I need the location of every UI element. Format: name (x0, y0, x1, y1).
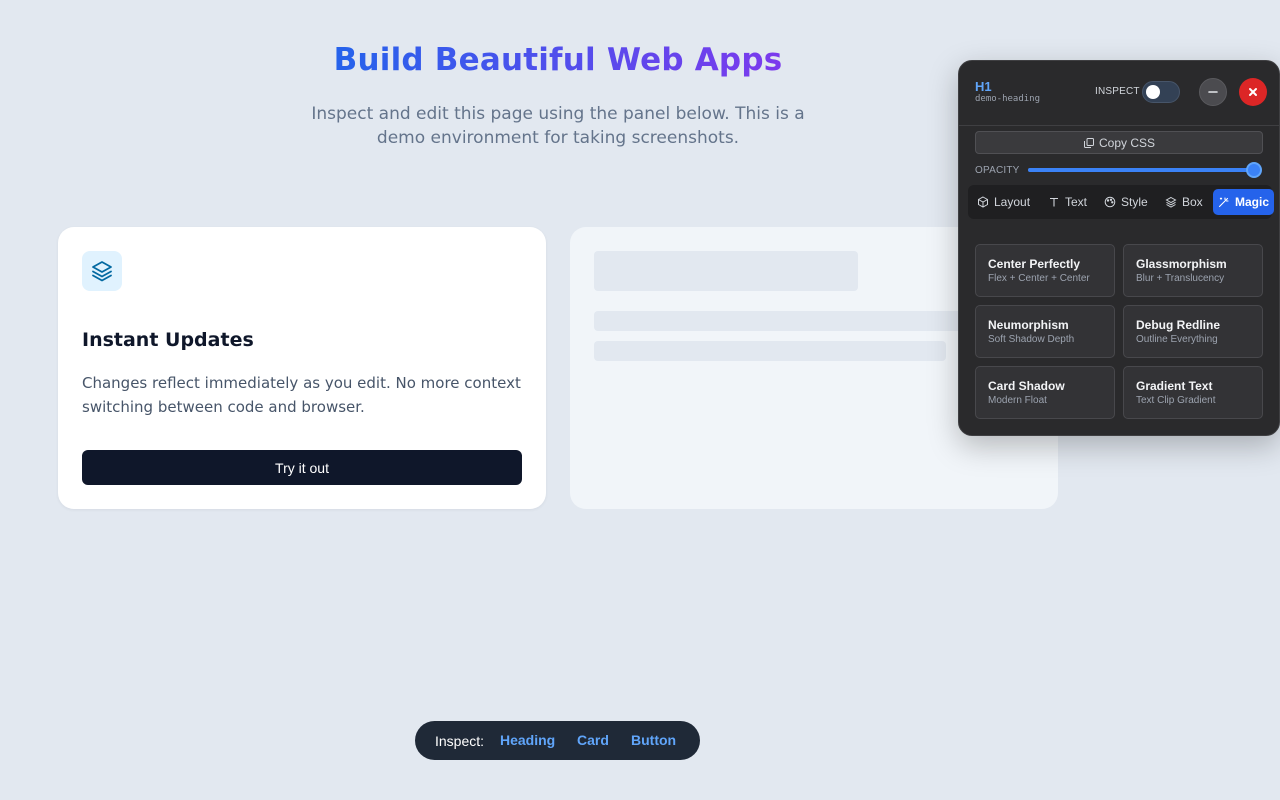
preset-neumorphism[interactable]: Neumorphism Soft Shadow Depth (975, 305, 1115, 358)
cube-icon (978, 196, 988, 208)
preset-title: Neumorphism (988, 318, 1069, 332)
inspector-panel: H1 demo-heading INSPECT Copy CSS OPACITY… (958, 60, 1280, 436)
toggle-knob (1146, 85, 1160, 99)
preset-subtitle: Outline Everything (1136, 334, 1218, 345)
preset-subtitle: Text Clip Gradient (1136, 395, 1216, 406)
preset-title: Glassmorphism (1136, 257, 1227, 271)
tab-style[interactable]: Style (1099, 189, 1153, 215)
page-subtitle: Inspect and edit this page using the pan… (311, 104, 805, 148)
layers-icon (1165, 196, 1177, 208)
tab-label: Style (1121, 195, 1148, 209)
selected-element-id: demo-heading (975, 94, 1041, 104)
minimize-button[interactable] (1199, 78, 1227, 106)
inspect-card-link[interactable]: Card (577, 732, 609, 748)
close-button[interactable] (1239, 78, 1267, 106)
preset-subtitle: Soft Shadow Depth (988, 334, 1075, 345)
page-title: Build Beautiful Web Apps (0, 42, 1116, 78)
copy-css-button[interactable]: Copy CSS (975, 131, 1263, 154)
opacity-slider[interactable] (1028, 162, 1262, 178)
magic-wand-icon (1218, 197, 1229, 208)
skeleton-line-placeholder (594, 341, 946, 361)
page-title-text: Build Beautiful Web Apps (333, 42, 783, 78)
preset-title: Card Shadow (988, 379, 1065, 393)
preset-subtitle: Flex + Center + Center (988, 273, 1090, 284)
panel-header: H1 demo-heading INSPECT (959, 61, 1279, 126)
tab-box[interactable]: Box (1160, 189, 1208, 215)
minus-icon (1208, 91, 1218, 93)
inspect-heading-link[interactable]: Heading (500, 732, 555, 748)
preset-title: Center Perfectly (988, 257, 1081, 271)
inspect-toggle-label: INSPECT (1095, 86, 1140, 97)
inspect-toggle[interactable] (1142, 81, 1180, 103)
opacity-slider-thumb[interactable] (1246, 162, 1262, 178)
preset-title: Gradient Text (1136, 379, 1213, 393)
tab-label: Box (1182, 195, 1203, 209)
inspect-button-link[interactable]: Button (631, 732, 676, 748)
feature-card[interactable]: Instant Updates Changes reflect immediat… (58, 227, 546, 509)
card-title: Instant Updates (82, 329, 254, 351)
selected-element-tag: H1 (975, 79, 992, 94)
preset-center-perfectly[interactable]: Center Perfectly Flex + Center + Center (975, 244, 1115, 297)
skeleton-title-placeholder (594, 251, 858, 291)
try-it-out-button[interactable]: Try it out (82, 450, 522, 485)
palette-icon (1104, 196, 1116, 208)
preset-debug-redline[interactable]: Debug Redline Outline Everything (1123, 305, 1263, 358)
tab-label: Magic (1235, 195, 1270, 209)
preset-card-shadow[interactable]: Card Shadow Modern Float (975, 366, 1115, 419)
tab-label: Text (1065, 195, 1088, 209)
opacity-label: OPACITY (975, 165, 1020, 176)
preset-glassmorphism[interactable]: Glassmorphism Blur + Translucency (1123, 244, 1263, 297)
preset-gradient-text[interactable]: Gradient Text Text Clip Gradient (1123, 366, 1263, 419)
preset-subtitle: Blur + Translucency (1136, 273, 1225, 284)
tab-magic[interactable]: Magic (1213, 189, 1275, 215)
panel-tabs: Layout Text Style Box Magic (968, 185, 1275, 219)
inspect-quick-bar: Inspect: Heading Card Button (415, 721, 700, 760)
copy-icon (1083, 137, 1094, 148)
close-icon (1249, 88, 1257, 96)
card-description: Changes reflect immediately as you edit.… (82, 374, 521, 416)
opacity-slider-fill (1028, 168, 1254, 172)
tab-text[interactable]: Text (1043, 189, 1092, 215)
inspect-bar-label: Inspect: (435, 733, 485, 749)
type-icon (1050, 197, 1058, 207)
layers-icon (82, 251, 122, 291)
copy-css-label: Copy CSS (1098, 135, 1156, 150)
tab-layout[interactable]: Layout (972, 189, 1035, 215)
tab-label: Layout (994, 195, 1031, 209)
preset-subtitle: Modern Float (988, 395, 1047, 406)
preset-title: Debug Redline (1136, 318, 1221, 332)
